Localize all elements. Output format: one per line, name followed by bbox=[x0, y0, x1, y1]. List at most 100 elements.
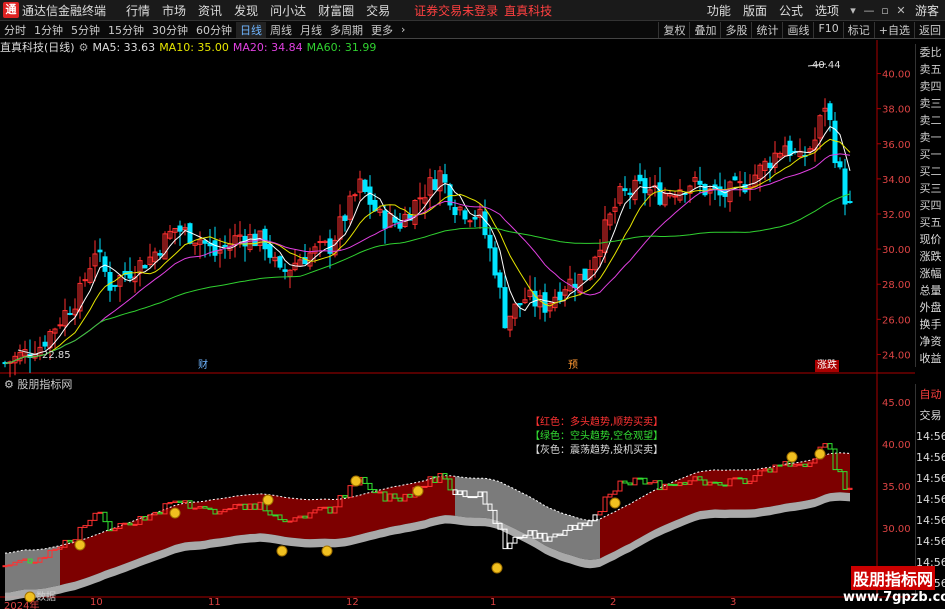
trend-band bbox=[65, 543, 70, 584]
candle-body bbox=[582, 268, 588, 281]
gray-band bbox=[180, 542, 185, 553]
gray-band bbox=[430, 517, 435, 527]
kline-chart[interactable]: 40.00 38.00 36.00 34.00 32.00 30.00 28.00 26.00… bbox=[0, 0, 945, 609]
trend-band bbox=[655, 487, 660, 530]
gray-band bbox=[365, 531, 370, 542]
quote-field-label: 涨幅 bbox=[919, 267, 942, 280]
sub-candle bbox=[667, 483, 673, 486]
smiley-icon bbox=[491, 562, 503, 574]
sub-candle bbox=[377, 491, 383, 494]
gray-band bbox=[590, 559, 595, 569]
sub-candle bbox=[642, 477, 648, 485]
candle-body bbox=[502, 287, 508, 329]
sub-candle bbox=[92, 512, 98, 521]
candle-body bbox=[367, 186, 373, 205]
event-marker-forecast[interactable]: 预 bbox=[566, 360, 580, 372]
gray-band bbox=[700, 510, 705, 520]
gray-band bbox=[280, 535, 285, 546]
gray-band bbox=[795, 501, 800, 511]
candle-body bbox=[657, 182, 663, 205]
sub-candle bbox=[627, 482, 633, 486]
sub-candle bbox=[167, 502, 173, 505]
trend-band bbox=[710, 469, 715, 510]
candle-body bbox=[497, 272, 503, 288]
indicator-settings-icon[interactable]: ⚙ bbox=[4, 378, 14, 391]
gray-band bbox=[480, 517, 485, 527]
smiley-icon bbox=[262, 494, 274, 506]
sub-candle bbox=[607, 493, 613, 498]
smiley-icon bbox=[169, 507, 181, 519]
candle-body bbox=[832, 120, 838, 164]
trend-band bbox=[820, 455, 825, 497]
sub-candle bbox=[347, 485, 353, 498]
sub-candle bbox=[617, 480, 623, 492]
quote-field-label: 现价 bbox=[919, 233, 942, 246]
trend-band bbox=[355, 495, 360, 536]
quote-field-label: 换手 bbox=[919, 318, 942, 331]
event-marker-finance[interactable]: 财 bbox=[196, 360, 210, 372]
trend-band bbox=[365, 492, 370, 534]
low-price-label: 22.85 bbox=[42, 350, 71, 361]
gray-band bbox=[385, 527, 390, 537]
trend-band bbox=[70, 542, 75, 583]
trend-band bbox=[345, 497, 350, 538]
candle-body bbox=[737, 181, 743, 184]
gray-band bbox=[370, 530, 375, 541]
candle-body bbox=[482, 211, 488, 236]
candle-body bbox=[517, 303, 523, 306]
gray-band bbox=[225, 536, 230, 546]
time-field-label: 14:56 bbox=[916, 514, 945, 527]
gray-band bbox=[120, 563, 125, 574]
legend-green: 【绿色：空头趋势,空仓观望】 bbox=[530, 431, 664, 442]
candle-body bbox=[732, 176, 738, 181]
candle-body bbox=[637, 174, 643, 182]
trend-band bbox=[235, 495, 240, 536]
gray-band bbox=[390, 526, 395, 536]
x-tick: 2024年 bbox=[4, 601, 40, 609]
gray-band bbox=[95, 572, 100, 584]
gray-band bbox=[410, 522, 415, 532]
site-watermark: 股朋指标网 www.7gpzb.com bbox=[843, 566, 945, 608]
gray-band bbox=[360, 533, 365, 543]
quote-field-label: 买一 bbox=[919, 148, 942, 161]
gray-band bbox=[215, 538, 220, 548]
trend-band bbox=[250, 494, 255, 535]
candle-body bbox=[462, 210, 468, 220]
trend-band bbox=[375, 489, 380, 531]
time-field-label: 自动 bbox=[919, 388, 942, 401]
trend-band bbox=[30, 549, 35, 590]
sub-candle bbox=[712, 481, 718, 484]
trend-band bbox=[145, 514, 150, 556]
candle-body bbox=[842, 168, 848, 205]
trend-band bbox=[400, 484, 405, 526]
sub-candle bbox=[632, 477, 638, 486]
gray-band bbox=[145, 554, 150, 565]
trend-band bbox=[730, 469, 735, 510]
candle-body bbox=[827, 103, 833, 121]
trend-band bbox=[5, 552, 10, 593]
trend-band bbox=[605, 514, 610, 556]
trend-band bbox=[745, 469, 750, 510]
trend-band bbox=[395, 485, 400, 527]
candle-body bbox=[362, 179, 368, 192]
sub-candle bbox=[102, 511, 108, 523]
smiley-icon bbox=[814, 448, 826, 460]
trend-band bbox=[55, 545, 60, 587]
trend-band bbox=[95, 533, 100, 575]
y-tick-label: 26.00 bbox=[882, 315, 911, 326]
indicator-name: 股朋指标网 bbox=[17, 378, 73, 391]
gray-band bbox=[450, 515, 455, 525]
trend-band bbox=[15, 550, 20, 592]
sub-y-tick-label: 30.00 bbox=[882, 524, 911, 535]
gray-band bbox=[345, 536, 350, 547]
gray-band bbox=[60, 583, 65, 594]
trend-band bbox=[320, 499, 325, 539]
trend-band bbox=[255, 493, 260, 534]
event-marker-limit[interactable]: 涨跌 bbox=[815, 360, 839, 372]
sub-y-tick-label: 35.00 bbox=[882, 482, 911, 493]
quote-field-label: 外盘 bbox=[919, 301, 942, 314]
smiley-icon bbox=[74, 539, 86, 551]
candle-body bbox=[847, 201, 853, 204]
trend-band bbox=[405, 483, 410, 525]
trend-band bbox=[110, 527, 115, 570]
